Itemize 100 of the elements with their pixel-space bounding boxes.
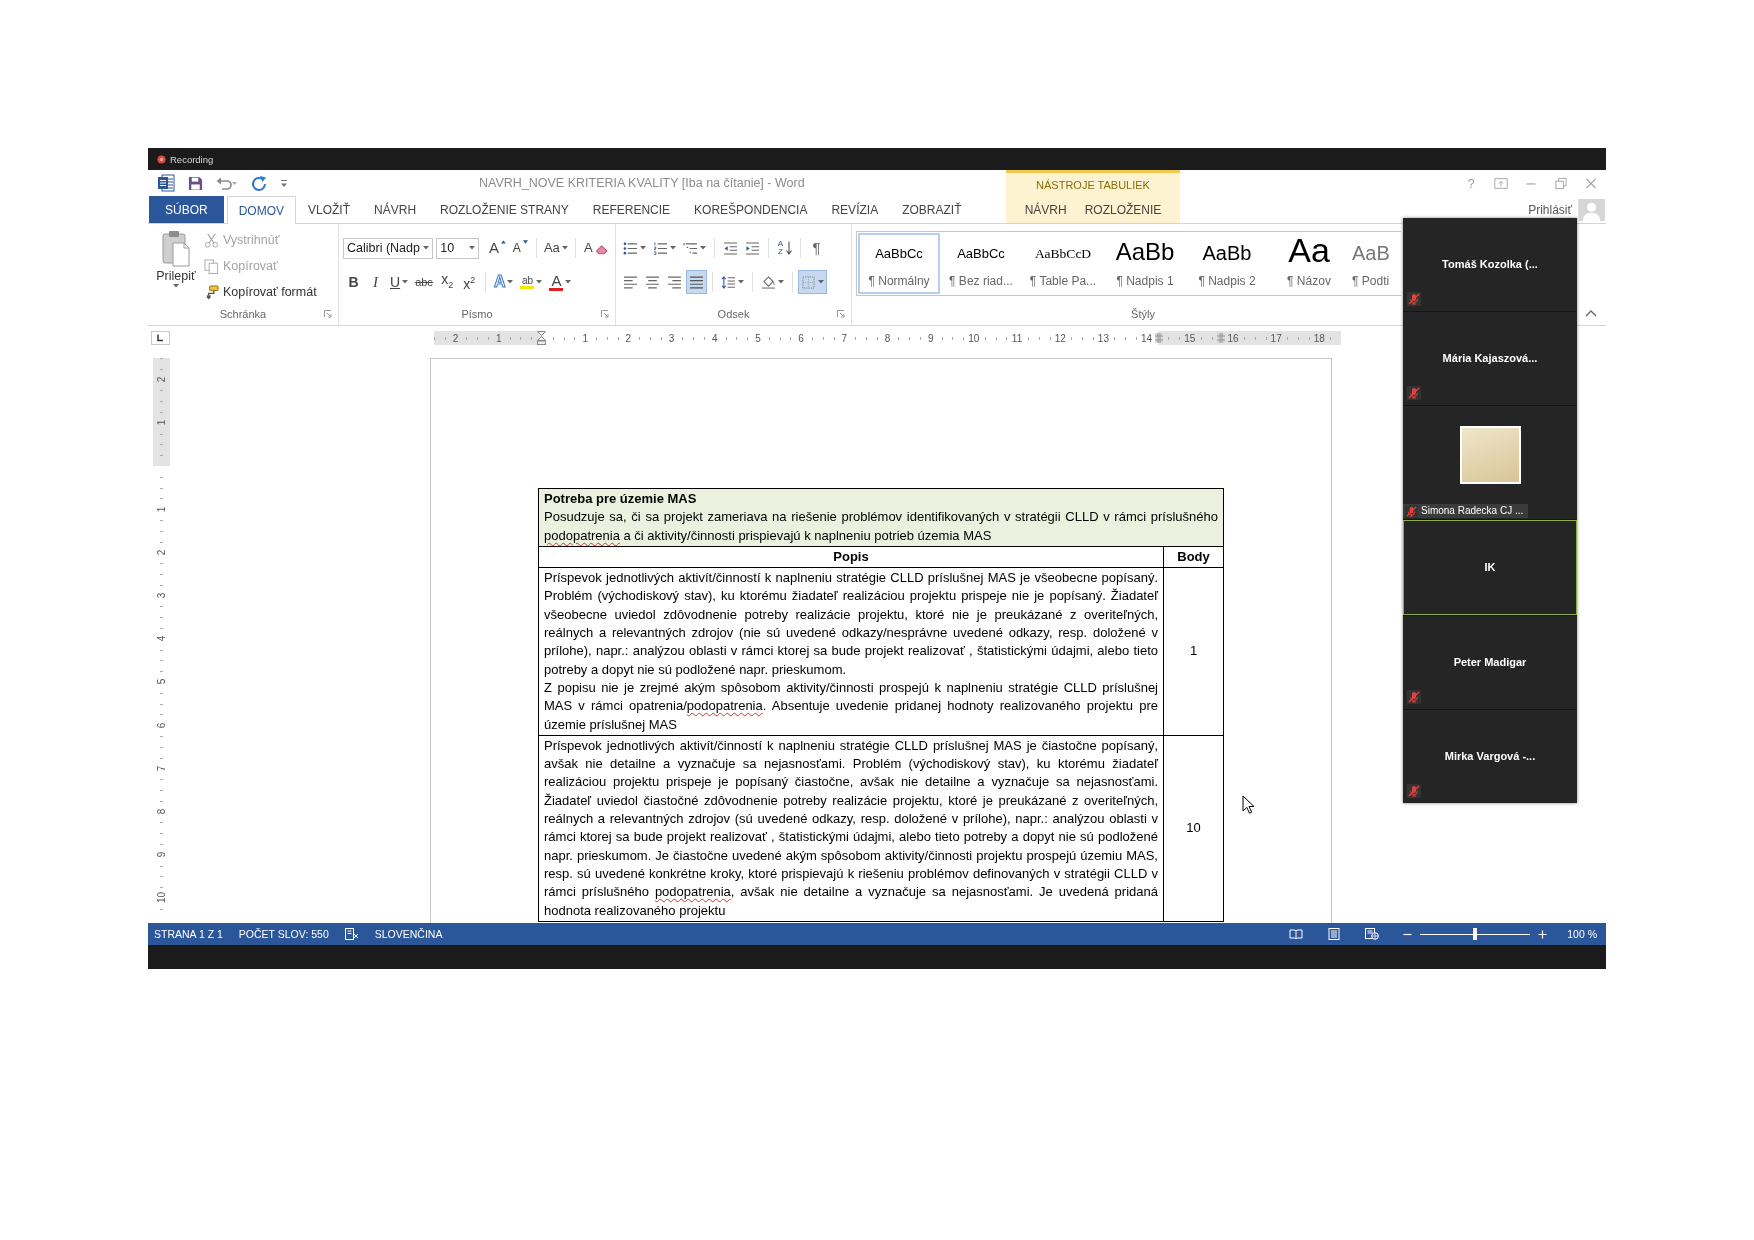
column-header: Popis	[538, 546, 1164, 568]
ruler-number: 2	[625, 332, 632, 344]
ribbon-tab[interactable]: SÚBOR	[149, 196, 224, 223]
style-item[interactable]: AaBb ¶ Nadpis 2	[1186, 233, 1268, 294]
ribbon-tab[interactable]: VLOŽIŤ	[296, 196, 363, 223]
zoom-in-icon[interactable]	[1538, 929, 1548, 939]
underline-button[interactable]: U	[387, 270, 412, 294]
description-paragraph: Príspevok jednotlivých aktivít/činností k naplneniu stratégie CLLD príslušnej MAS je čiastočne popísaný, avšak nie detailne a vyznačuje sa nejasnosťami. Problém (východiskový stav), ku ktorému žiadateľ realizáciou projektu prispeje je popísaný čiastočne, avšak nie detailne a vyznačuje sa nejasnosťami. Žiadateľ uviedol čiastočné zdôvodnenie potreby realizácie projektu, ktoré je preukázané z overiteľných, reálnych a relevantných zdrojov (sú uvedené odkazy, resp. doložené v prílohe), napr.: analýzou oblasti v rámci ktorej sa bude projekt realizovať , štatistickými údajmi, alebo tieto potreby a dopyt nie sú podložené napr. prieskumom. Je čiastočne uvedené akým spôsobom aktivity/činnosti projektu prospejú územiu MAS, resp. sú uvedené konkrétne kroky, ktoré prispievajú k riešeniu problémov definovaných v stratégii CLLD v rámci príslušného podopatrenia, avšak nie detailne a vyznačuje sa nejasnosťami. Je uvedená pridaná hodnota realizovaného projektu	[544, 736, 1158, 920]
table-column-marker-icon[interactable]	[1155, 333, 1163, 343]
ribbon-tab[interactable]: NÁVRH	[1015, 196, 1076, 223]
description-paragraph: Z popisu nie je zrejmé akým spôsobom aktivity/činnosti prospejú k naplneniu stratégie CLLD príslušnej MAS v rámci opatrenia/podopatrenia. Absentuje uvedenie pridanej hodnoty realizovaného projektu pre územie príslušnej MAS	[544, 678, 1158, 734]
proofing-icon[interactable]	[344, 928, 359, 940]
restore-icon[interactable]	[1554, 176, 1568, 190]
recording-label: Recording	[170, 153, 214, 165]
clear-formatting-button[interactable]: A	[581, 236, 611, 260]
style-item[interactable]: AaBbCc ¶ Bez riad...	[940, 233, 1022, 294]
show-marks-button[interactable]: ¶	[806, 236, 827, 260]
italic-button[interactable]: I	[365, 270, 386, 294]
zoom-level[interactable]: 100 %	[1567, 928, 1597, 940]
ribbon-tab[interactable]: KOREŠPONDENCIA	[682, 196, 820, 223]
highlight-button[interactable]: ab	[517, 270, 546, 294]
zoom-slider-thumb[interactable]	[1473, 928, 1478, 940]
ruler-number: 7	[156, 765, 167, 772]
bulleted-list-icon	[623, 241, 638, 255]
ribbon-tab[interactable]: ROZLOŽENIE STRANY	[428, 196, 581, 223]
style-item[interactable]: Aa ¶ Názov	[1268, 233, 1350, 294]
superscript-button[interactable]: x$^{2}$	[458, 270, 480, 294]
sign-in-link[interactable]: Prihlásiť	[1528, 203, 1572, 217]
ribbon-tab[interactable]: ZOBRAZIŤ	[890, 196, 974, 223]
font-size-field[interactable]: 10	[436, 237, 479, 259]
paste-button[interactable]: Prilepiť	[152, 224, 200, 305]
recording-dot-icon	[157, 154, 166, 164]
ribbon-tab[interactable]: REFERENCIE	[580, 196, 683, 223]
ribbon-tab[interactable]: NÁVRH	[362, 196, 429, 223]
style-item[interactable]: AaBbCcD ¶ Table Pa...	[1022, 233, 1104, 294]
customize-caret-icon[interactable]	[280, 178, 288, 188]
ruler-number: 6	[156, 722, 167, 728]
points-cell: 10	[1163, 735, 1224, 922]
page-count[interactable]: STRANA 1 Z 1	[154, 928, 223, 940]
format-painter-button[interactable]: Kopírovať formát	[204, 279, 317, 305]
dialog-launcher-icon[interactable]	[601, 310, 609, 318]
style-item[interactable]: AaBb ¶ Nadpis 1	[1104, 233, 1186, 294]
font-name-field[interactable]: Calibri (Nadp	[343, 237, 434, 259]
change-case-button[interactable]: Aa	[541, 236, 571, 260]
read-mode-icon[interactable]	[1289, 928, 1304, 940]
scissors-icon	[204, 232, 219, 248]
redo-icon[interactable]	[251, 175, 267, 191]
ruler-number: 2	[156, 376, 167, 383]
undo-icon[interactable]	[216, 176, 238, 190]
dialog-launcher-icon[interactable]	[837, 310, 845, 318]
participant-name: Peter Madigar	[1453, 656, 1527, 669]
ruler-number: 1	[156, 420, 167, 426]
dialog-launcher-icon[interactable]	[324, 310, 332, 318]
sort-button[interactable]: A Z	[774, 236, 795, 260]
down-triangle-icon	[522, 240, 528, 244]
collapse-ribbon-icon[interactable]	[1585, 310, 1597, 317]
justify-button[interactable]	[686, 270, 707, 294]
outdent-icon	[723, 241, 738, 255]
participant-tile[interactable]: Simona Radecka CJ ...	[1403, 406, 1577, 519]
ruler-number: 12	[1054, 332, 1066, 344]
justify-icon	[689, 275, 704, 289]
style-item[interactable]: AaBbCc ¶ Normálny	[858, 233, 940, 294]
shrink-font-button[interactable]: A	[509, 236, 531, 260]
ruler-number: 8	[884, 332, 891, 344]
save-icon[interactable]	[188, 175, 203, 191]
ruler-number: 5	[755, 332, 761, 344]
word-app-icon[interactable]	[157, 174, 175, 192]
word-count[interactable]: POČET SLOV: 550	[238, 928, 329, 940]
ribbon-tab[interactable]: REVÍZIA	[819, 196, 891, 223]
grow-font-button[interactable]: A	[485, 236, 509, 260]
criterion-title: Potreba pre územie MAS	[544, 490, 698, 508]
print-layout-icon[interactable]	[1327, 928, 1342, 940]
participant-tile[interactable]: Mirka Vargová -...	[1403, 710, 1577, 803]
align-right-icon	[667, 275, 682, 289]
font-color-button[interactable]: A	[546, 270, 575, 294]
indent-marker-icon[interactable]	[537, 331, 547, 345]
participant-tile[interactable]: IK	[1403, 520, 1577, 615]
participant-tile[interactable]: Mária Kajaszová...	[1403, 312, 1577, 405]
language-label[interactable]: SLOVENČINA	[374, 928, 443, 940]
down-arrow-icon	[786, 241, 792, 255]
borders-icon	[801, 275, 816, 289]
tab-stop-selector-icon[interactable]	[151, 331, 170, 345]
participant-name: Simona Radecka CJ ...	[1421, 505, 1524, 517]
participant-name: Mirka Vargová -...	[1444, 750, 1536, 763]
style-item[interactable]: AaB ¶ Podti	[1350, 233, 1401, 294]
bold-button[interactable]: B	[343, 270, 364, 294]
horizontal-ruler[interactable]: 2 1 1 2 3 4 5 6 7 8 9 10 11 12 13 14 15 16 17 18	[434, 331, 1342, 345]
participant-tile[interactable]: Peter Madigar	[1403, 616, 1577, 709]
mouse-pointer-icon	[1242, 795, 1254, 814]
highlight-swatch-icon	[520, 286, 535, 289]
table-column-marker-icon[interactable]	[1217, 333, 1225, 343]
ribbon-tab[interactable]: DOMOV	[226, 196, 297, 224]
subscript-button[interactable]: x$_{2}$	[436, 270, 458, 294]
strikethrough-button[interactable]: abc	[412, 270, 436, 294]
close-icon[interactable]	[1584, 176, 1598, 190]
participant-tile[interactable]: Tomáš Kozolka (...	[1403, 218, 1577, 311]
ribbon-tab[interactable]: ROZLOŽENIE	[1075, 196, 1171, 223]
ruler-number: 4	[156, 635, 167, 642]
ruler-number: 14	[1141, 332, 1153, 344]
web-layout-icon[interactable]	[1365, 928, 1380, 940]
